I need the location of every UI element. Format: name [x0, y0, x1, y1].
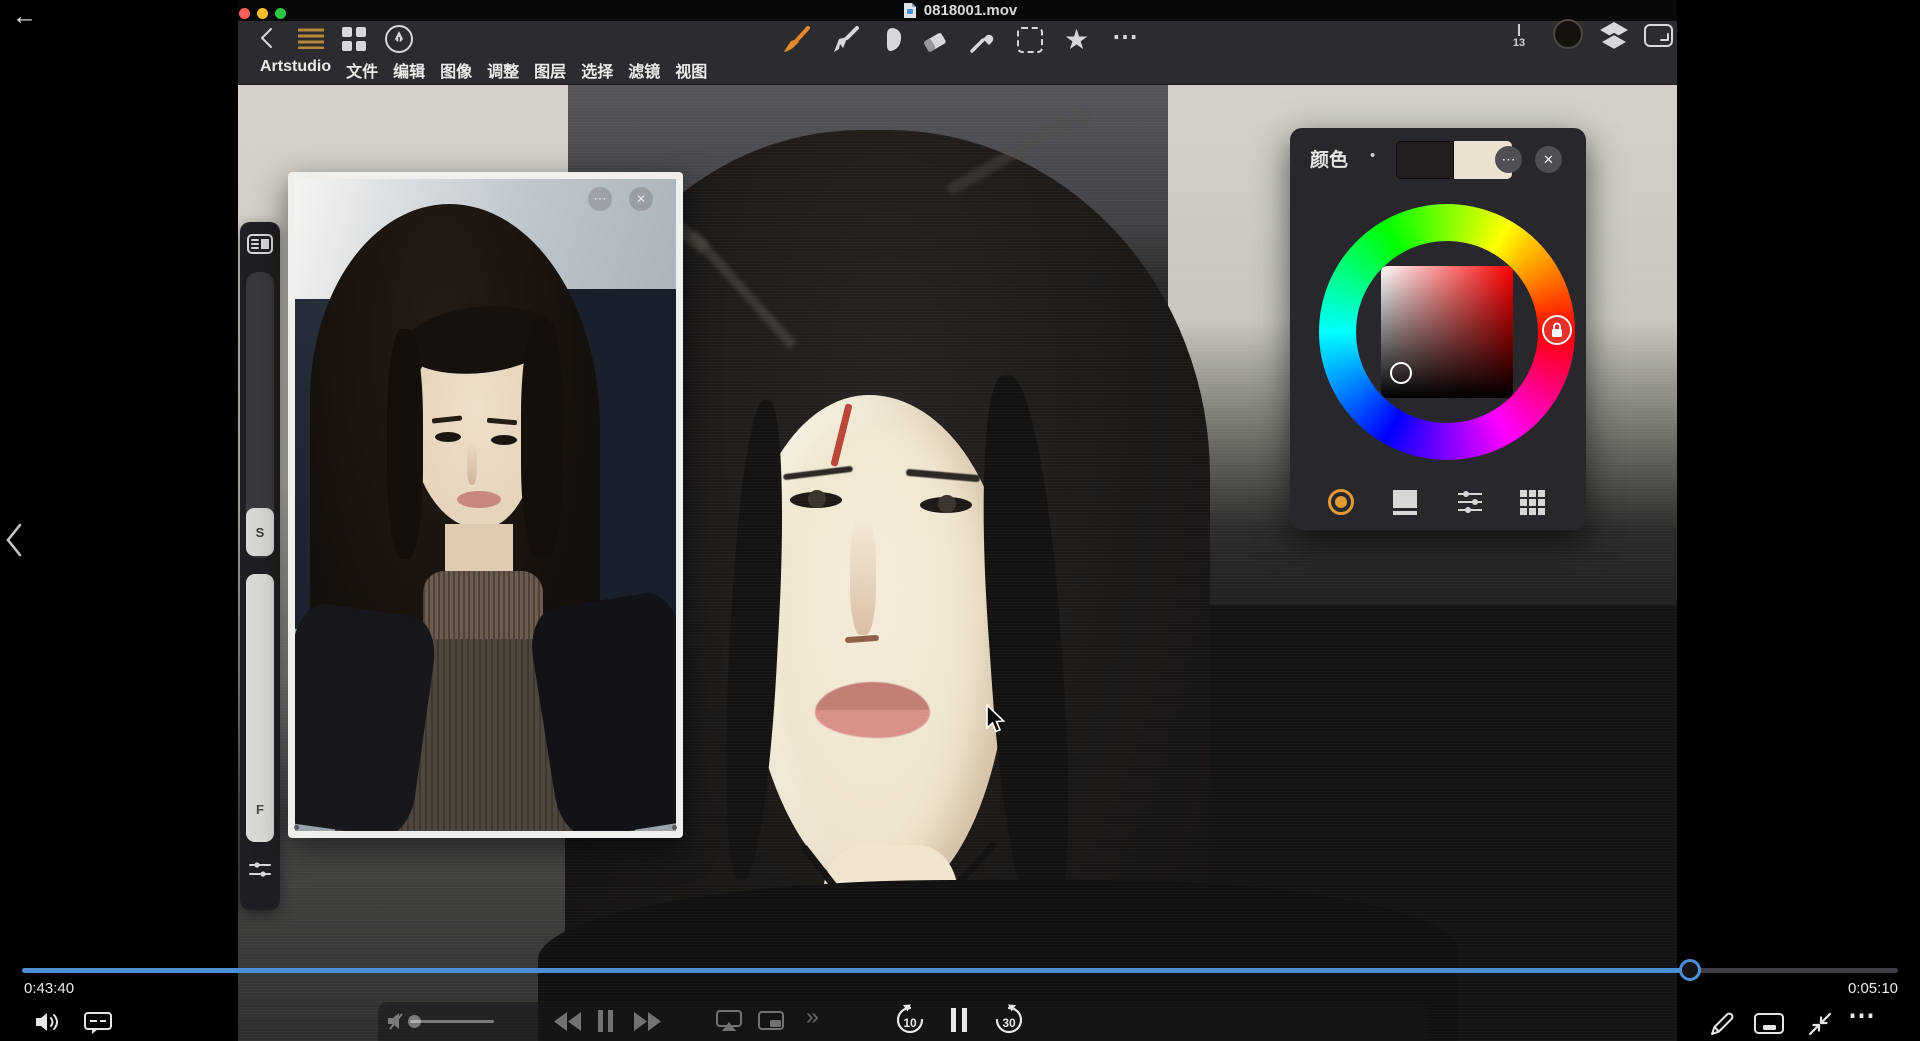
- primary-color-swatch[interactable]: [1396, 141, 1454, 179]
- flow-slider-label: F: [256, 802, 264, 817]
- menu-item-image[interactable]: 图像: [440, 58, 472, 82]
- reference-more-button[interactable]: ⋯: [588, 187, 612, 211]
- remaining-time: 0:05:10: [1847, 980, 1898, 997]
- panel-toggle-icon[interactable]: [247, 234, 273, 254]
- favorites-star-icon[interactable]: ★: [1064, 23, 1089, 56]
- menu-item-file[interactable]: 文件: [346, 58, 378, 82]
- traffic-light-minimize[interactable]: [257, 8, 268, 19]
- skip-forward-30-button[interactable]: 30: [992, 1004, 1026, 1038]
- skip-back-label: 10: [903, 1016, 917, 1030]
- paint-brush-tool-icon[interactable]: [781, 25, 813, 55]
- reference-image-window[interactable]: ⋯ ✕: [288, 172, 683, 838]
- pause-button[interactable]: [951, 1008, 967, 1032]
- sliders-mode-button[interactable]: [1457, 490, 1483, 514]
- reference-resize-handle[interactable]: [672, 825, 677, 830]
- reference-resize-handle[interactable]: [294, 825, 299, 830]
- menu-bar: Artstudio 文件 编辑 图像 调整 图层 选择 滤镜 视图: [260, 58, 707, 82]
- wheel-mode-dot: [1335, 496, 1347, 508]
- skip-back-10-button[interactable]: 10: [893, 1004, 927, 1038]
- brush-size-tick[interactable]: [1518, 24, 1520, 36]
- painting-iris-left: [808, 490, 826, 508]
- painting-nose-shadow: [850, 515, 876, 635]
- painting-lips: [815, 682, 930, 738]
- photo-nose: [467, 441, 477, 485]
- toolbar-more-icon[interactable]: ⋯: [1112, 21, 1138, 52]
- photo-eye-left: [435, 432, 461, 442]
- pip-icon[interactable]: [1754, 1013, 1784, 1035]
- recorded-pip-icon: [758, 1011, 784, 1030]
- box-mode-bar: [1393, 511, 1417, 515]
- skip-forward-label: 30: [1002, 1016, 1016, 1030]
- timeline-track[interactable]: [22, 959, 1898, 981]
- color-panel-close-button[interactable]: ✕: [1535, 146, 1562, 173]
- recorded-rewind-icon: [554, 1012, 581, 1031]
- eraser-tool-icon[interactable]: [920, 27, 954, 53]
- edge-chevron-left[interactable]: [4, 522, 26, 558]
- recorded-volume-track: [410, 1020, 494, 1023]
- traffic-light-zoom[interactable]: [275, 8, 286, 19]
- sidebar-settings-icon[interactable]: [248, 860, 272, 880]
- photo-lips: [457, 491, 501, 508]
- more-controls-chevrons: »: [806, 1003, 819, 1029]
- menu-item-adjust[interactable]: 调整: [487, 58, 519, 82]
- brush-size-value: 13: [1512, 37, 1526, 49]
- lock-icon: [1552, 322, 1562, 337]
- pen-mode-icon[interactable]: [384, 24, 414, 54]
- menu-item-select[interactable]: 选择: [581, 58, 613, 82]
- recorded-pause-icon: [598, 1010, 613, 1032]
- sv-selector[interactable]: [1390, 362, 1412, 384]
- menu-item-filter[interactable]: 滤镜: [628, 58, 660, 82]
- color-panel-title: 颜色: [1310, 150, 1349, 171]
- photo-hair-side-right: [521, 319, 563, 559]
- hamburger-menu-icon[interactable]: [296, 27, 326, 49]
- traffic-light-close[interactable]: [239, 8, 250, 19]
- back-button[interactable]: ←: [12, 2, 37, 31]
- wheel-mode-button[interactable]: [1328, 489, 1354, 515]
- brush-sidebar: S F: [240, 222, 280, 910]
- recording-titlebar: [238, 0, 1677, 21]
- gallery-grid-icon[interactable]: [341, 26, 367, 52]
- timeline-played: [22, 968, 1690, 973]
- smudge-tool-icon[interactable]: [879, 25, 907, 55]
- artstudio-toolbar: ★ ⋯ 13 Artstudio 文件 编辑 图像 调整 图层 选择 滤镜 视图: [238, 19, 1677, 85]
- subtitles-icon[interactable]: [84, 1012, 112, 1036]
- wet-brush-tool-icon[interactable]: [830, 25, 862, 55]
- photo-hair-side-left: [387, 329, 423, 559]
- painting-iris-right: [938, 495, 956, 513]
- reference-close-button[interactable]: ✕: [629, 187, 653, 211]
- video-player-screen: ★ ⋯ 13 Artstudio 文件 编辑 图像 调整 图层 选择 滤镜 视图…: [0, 0, 1920, 1041]
- menu-item-view[interactable]: 视图: [675, 58, 707, 82]
- box-mode-square: [1393, 490, 1417, 508]
- muted-speaker-icon: [388, 1013, 403, 1030]
- hue-lock-marker[interactable]: [1542, 315, 1572, 345]
- airplay-icon: [716, 1010, 742, 1031]
- canvas-frame-icon[interactable]: [1643, 22, 1675, 50]
- recorded-forward-icon: [634, 1012, 661, 1031]
- video-frame[interactable]: ★ ⋯ 13 Artstudio 文件 编辑 图像 调整 图层 选择 滤镜 视图…: [238, 0, 1677, 1041]
- menu-item-edit[interactable]: 编辑: [393, 58, 425, 82]
- mouse-cursor: [986, 703, 1006, 733]
- current-color-swatch[interactable]: [1553, 19, 1583, 49]
- box-mode-button[interactable]: [1393, 490, 1417, 516]
- palette-mode-button[interactable]: [1520, 490, 1546, 516]
- reference-photo: ⋯ ✕: [295, 179, 676, 831]
- markup-pencil-icon[interactable]: [1708, 1010, 1736, 1038]
- eyedropper-tool-icon[interactable]: [967, 25, 997, 55]
- menu-item-artstudio[interactable]: Artstudio: [260, 58, 331, 82]
- volume-icon[interactable]: [34, 1010, 62, 1034]
- color-panel-more-button[interactable]: ⋯: [1495, 146, 1522, 173]
- timeline-playhead[interactable]: [1678, 959, 1701, 981]
- elapsed-time: 0:43:40: [24, 980, 75, 997]
- color-panel: 颜色 • ⋯ ✕: [1290, 128, 1586, 530]
- menu-item-layer[interactable]: 图层: [534, 58, 566, 82]
- exit-fullscreen-icon[interactable]: [1806, 1010, 1834, 1038]
- size-slider-handle[interactable]: S: [246, 508, 274, 556]
- recorded-volume-knob: [408, 1015, 421, 1028]
- color-panel-dirty-dot: •: [1370, 147, 1376, 164]
- more-options-button[interactable]: ⋯: [1848, 1000, 1875, 1031]
- layers-icon[interactable]: [1598, 21, 1630, 51]
- photo-eye-right: [491, 435, 517, 445]
- app-back-icon[interactable]: [258, 26, 276, 50]
- marquee-select-tool-icon[interactable]: [1017, 27, 1043, 53]
